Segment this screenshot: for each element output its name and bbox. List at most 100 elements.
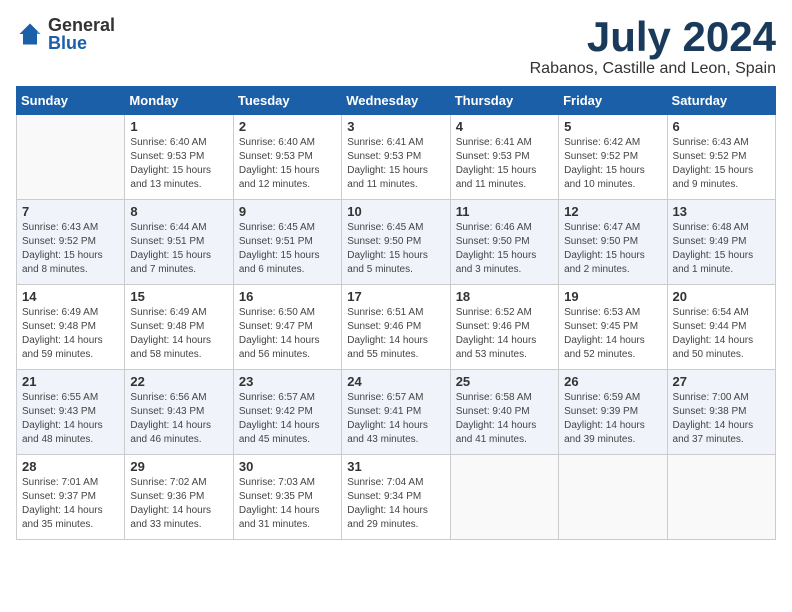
day-number: 22 (130, 374, 227, 389)
day-detail: Sunrise: 6:40 AMSunset: 9:53 PMDaylight:… (239, 136, 336, 192)
week-row-3: 14 Sunrise: 6:49 AMSunset: 9:48 PMDayligh… (17, 285, 776, 370)
day-detail: Sunrise: 6:52 AMSunset: 9:46 PMDaylight:… (456, 306, 553, 362)
day-detail: Sunrise: 6:58 AMSunset: 9:40 PMDaylight:… (456, 391, 553, 447)
day-cell: 28Sunrise: 7:01 AMSunset: 9:37 PMDayligh… (17, 455, 125, 540)
day-number: 16 (239, 289, 336, 304)
logo-blue: Blue (48, 34, 115, 52)
day-cell: 20 Sunrise: 6:54 AMSunset: 9:44 PMDayligh… (667, 285, 775, 370)
day-detail: Sunrise: 6:40 AMSunset: 9:53 PMDaylight:… (130, 136, 227, 192)
day-number: 9 (239, 204, 336, 219)
month-title: July 2024 (530, 16, 776, 58)
day-number: 25 (456, 374, 553, 389)
day-detail: Sunrise: 6:48 AMSunset: 9:49 PMDaylight:… (673, 221, 770, 277)
day-number: 15 (130, 289, 227, 304)
day-cell: 11 Sunrise: 6:46 AMSunset: 9:50 PMDayligh… (450, 200, 558, 285)
header-cell-saturday: Saturday (667, 87, 775, 115)
day-number: 2 (239, 119, 336, 134)
day-cell: 6Sunrise: 6:43 AMSunset: 9:52 PMDaylight… (667, 115, 775, 200)
day-detail: Sunrise: 6:53 AMSunset: 9:45 PMDaylight:… (564, 306, 661, 362)
day-number: 4 (456, 119, 553, 134)
day-number: 17 (347, 289, 444, 304)
day-detail: Sunrise: 6:54 AMSunset: 9:44 PMDaylight:… (673, 306, 770, 362)
day-number: 14 (22, 289, 119, 304)
title-area: July 2024 Rabanos, Castille and Leon, Sp… (530, 16, 776, 78)
day-number: 10 (347, 204, 444, 219)
day-cell (17, 115, 125, 200)
day-cell (559, 455, 667, 540)
day-cell: 26 Sunrise: 6:59 AMSunset: 9:39 PMDayligh… (559, 370, 667, 455)
day-detail: Sunrise: 6:57 AMSunset: 9:41 PMDaylight:… (347, 391, 444, 447)
logo-general: General (48, 16, 115, 34)
day-detail: Sunrise: 6:42 AMSunset: 9:52 PMDaylight:… (564, 136, 661, 192)
day-cell: 22 Sunrise: 6:56 AMSunset: 9:43 PMDayligh… (125, 370, 233, 455)
day-cell: 5Sunrise: 6:42 AMSunset: 9:52 PMDaylight… (559, 115, 667, 200)
day-cell: 3 Sunrise: 6:41 AMSunset: 9:53 PMDaylight… (342, 115, 450, 200)
day-cell: 7 Sunrise: 6:43 AMSunset: 9:52 PMDaylight… (17, 200, 125, 285)
calendar-table: SundayMondayTuesdayWednesdayThursdayFrid… (16, 86, 776, 540)
header-cell-friday: Friday (559, 87, 667, 115)
day-cell: 1 Sunrise: 6:40 AMSunset: 9:53 PMDaylight… (125, 115, 233, 200)
day-number: 1 (130, 119, 227, 134)
day-detail: Sunrise: 6:41 AMSunset: 9:53 PMDaylight:… (347, 136, 444, 192)
header-row: SundayMondayTuesdayWednesdayThursdayFrid… (17, 87, 776, 115)
day-detail: Sunrise: 6:47 AMSunset: 9:50 PMDaylight:… (564, 221, 661, 277)
day-detail: Sunrise: 7:04 AMSunset: 9:34 PMDaylight:… (347, 476, 444, 532)
day-cell: 25 Sunrise: 6:58 AMSunset: 9:40 PMDayligh… (450, 370, 558, 455)
day-number: 27 (673, 374, 770, 389)
day-detail: Sunrise: 6:59 AMSunset: 9:39 PMDaylight:… (564, 391, 661, 447)
day-cell: 15 Sunrise: 6:49 AMSunset: 9:48 PMDayligh… (125, 285, 233, 370)
day-number: 6 (673, 119, 770, 134)
day-number: 7 (22, 204, 119, 219)
day-cell: 2 Sunrise: 6:40 AMSunset: 9:53 PMDaylight… (233, 115, 341, 200)
day-number: 18 (456, 289, 553, 304)
day-cell: 19Sunrise: 6:53 AMSunset: 9:45 PMDayligh… (559, 285, 667, 370)
day-cell: 13 Sunrise: 6:48 AMSunset: 9:49 PMDayligh… (667, 200, 775, 285)
day-detail: Sunrise: 6:55 AMSunset: 9:43 PMDaylight:… (22, 391, 119, 447)
day-number: 30 (239, 459, 336, 474)
day-detail: Sunrise: 7:01 AMSunset: 9:37 PMDaylight:… (22, 476, 119, 532)
day-detail: Sunrise: 7:02 AMSunset: 9:36 PMDaylight:… (130, 476, 227, 532)
week-row-2: 7 Sunrise: 6:43 AMSunset: 9:52 PMDaylight… (17, 200, 776, 285)
day-detail: Sunrise: 6:57 AMSunset: 9:42 PMDaylight:… (239, 391, 336, 447)
day-cell: 29 Sunrise: 7:02 AMSunset: 9:36 PMDayligh… (125, 455, 233, 540)
day-detail: Sunrise: 6:46 AMSunset: 9:50 PMDaylight:… (456, 221, 553, 277)
day-detail: Sunrise: 6:43 AMSunset: 9:52 PMDaylight:… (22, 221, 119, 277)
header-cell-sunday: Sunday (17, 87, 125, 115)
day-cell: 9Sunrise: 6:45 AMSunset: 9:51 PMDaylight… (233, 200, 341, 285)
day-number: 24 (347, 374, 444, 389)
day-number: 12 (564, 204, 661, 219)
day-detail: Sunrise: 6:49 AMSunset: 9:48 PMDaylight:… (130, 306, 227, 362)
day-number: 11 (456, 204, 553, 219)
day-number: 13 (673, 204, 770, 219)
day-detail: Sunrise: 6:49 AMSunset: 9:48 PMDaylight:… (22, 306, 119, 362)
logo-icon (16, 20, 44, 48)
header-cell-wednesday: Wednesday (342, 87, 450, 115)
header-cell-monday: Monday (125, 87, 233, 115)
day-detail: Sunrise: 6:51 AMSunset: 9:46 PMDaylight:… (347, 306, 444, 362)
week-row-1: 1 Sunrise: 6:40 AMSunset: 9:53 PMDaylight… (17, 115, 776, 200)
header-cell-thursday: Thursday (450, 87, 558, 115)
day-cell: 17 Sunrise: 6:51 AMSunset: 9:46 PMDayligh… (342, 285, 450, 370)
logo: General Blue (16, 16, 115, 52)
day-detail: Sunrise: 6:56 AMSunset: 9:43 PMDaylight:… (130, 391, 227, 447)
day-number: 29 (130, 459, 227, 474)
day-cell: 18 Sunrise: 6:52 AMSunset: 9:46 PMDayligh… (450, 285, 558, 370)
day-cell: 8Sunrise: 6:44 AMSunset: 9:51 PMDaylight… (125, 200, 233, 285)
day-detail: Sunrise: 6:44 AMSunset: 9:51 PMDaylight:… (130, 221, 227, 277)
day-cell: 31Sunrise: 7:04 AMSunset: 9:34 PMDayligh… (342, 455, 450, 540)
day-number: 23 (239, 374, 336, 389)
day-cell: 16Sunrise: 6:50 AMSunset: 9:47 PMDayligh… (233, 285, 341, 370)
day-cell: 12 Sunrise: 6:47 AMSunset: 9:50 PMDayligh… (559, 200, 667, 285)
week-row-5: 28Sunrise: 7:01 AMSunset: 9:37 PMDayligh… (17, 455, 776, 540)
day-number: 21 (22, 374, 119, 389)
location-title: Rabanos, Castille and Leon, Spain (530, 60, 776, 78)
day-number: 26 (564, 374, 661, 389)
day-number: 20 (673, 289, 770, 304)
day-cell: 21 Sunrise: 6:55 AMSunset: 9:43 PMDayligh… (17, 370, 125, 455)
header-cell-tuesday: Tuesday (233, 87, 341, 115)
day-cell: 10Sunrise: 6:45 AMSunset: 9:50 PMDayligh… (342, 200, 450, 285)
day-cell: 23 Sunrise: 6:57 AMSunset: 9:42 PMDayligh… (233, 370, 341, 455)
logo-text: General Blue (48, 16, 115, 52)
day-number: 3 (347, 119, 444, 134)
header: General Blue July 2024 Rabanos, Castille… (16, 16, 776, 78)
